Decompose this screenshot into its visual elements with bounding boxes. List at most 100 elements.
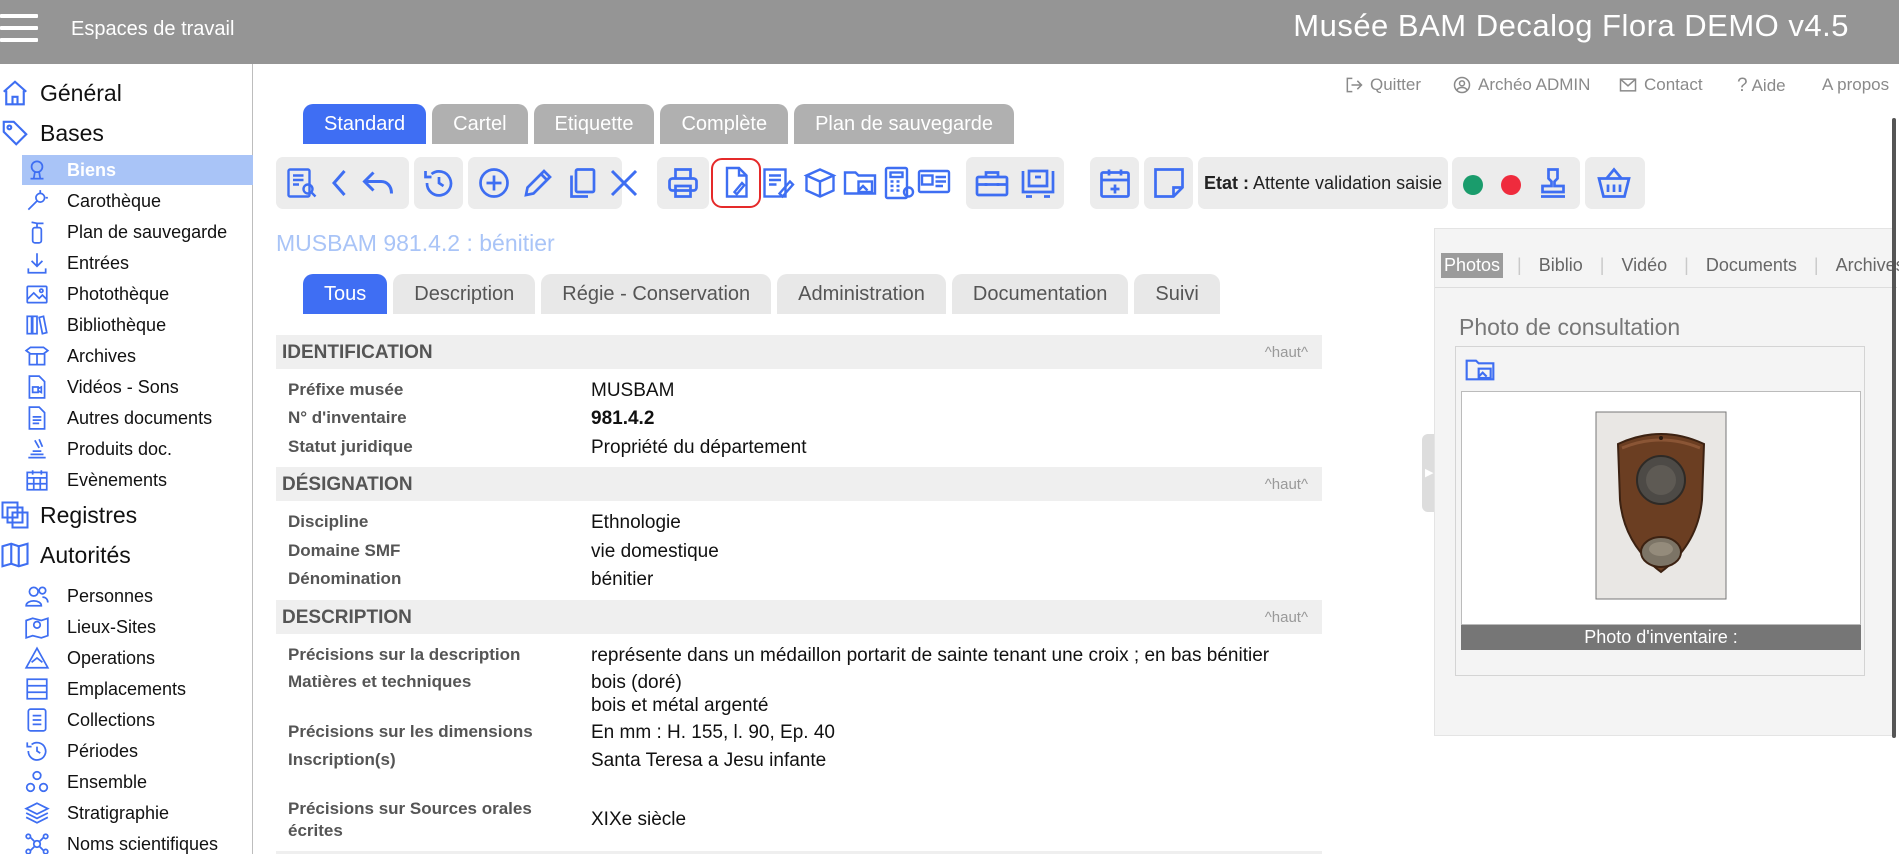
sidebar-item-label: Autres documents xyxy=(67,407,213,428)
attach-document-icon[interactable] xyxy=(711,158,761,208)
sidebar-item-stratigraphie[interactable]: Stratigraphie xyxy=(22,798,253,828)
sidebar-item-operations[interactable]: Operations xyxy=(22,643,253,673)
back-to-top-link[interactable]: ^haut^ xyxy=(1265,476,1308,493)
print-icon[interactable] xyxy=(665,165,701,201)
history-icon xyxy=(22,738,52,764)
books-icon xyxy=(22,312,52,338)
pencil-icon[interactable] xyxy=(520,165,556,201)
sidebar-item-label: Operations xyxy=(67,647,156,668)
sidebar-item-label: Photothèque xyxy=(67,283,170,304)
sidebar-item-entrees[interactable]: Entrées xyxy=(22,248,253,278)
note-icon[interactable] xyxy=(1151,165,1187,201)
sidebar-item-autres-documents[interactable]: Autres documents xyxy=(22,403,253,433)
add-circle-icon[interactable] xyxy=(476,165,512,201)
field-value: bénitier xyxy=(591,569,654,590)
sidebar-item-phototheque[interactable]: Photothèque xyxy=(22,279,253,309)
back-to-top-link[interactable]: ^haut^ xyxy=(1265,344,1308,361)
sidebar-item-general[interactable]: Général xyxy=(0,78,122,108)
tab-plan-de-sauvegarde[interactable]: Plan de sauvegarde xyxy=(794,104,1015,144)
tab-video[interactable]: Vidéo xyxy=(1618,253,1670,278)
field-label: Inscription(s) xyxy=(288,750,396,769)
help-link[interactable]: ? Aide xyxy=(1737,75,1786,97)
sidebar-item-emplacements[interactable]: Emplacements xyxy=(22,674,253,704)
delete-x-icon[interactable] xyxy=(606,165,642,201)
tab-archives[interactable]: Archives xyxy=(1833,253,1899,278)
benitier-photo xyxy=(1595,411,1727,600)
quit-link[interactable]: Quitter xyxy=(1344,75,1421,95)
calculator-icon[interactable] xyxy=(880,165,916,201)
calendar-add-icon[interactable] xyxy=(1097,165,1133,201)
contact-link[interactable]: Contact xyxy=(1618,75,1703,95)
back-to-top-link[interactable]: ^haut^ xyxy=(1265,609,1308,626)
id-card-icon[interactable] xyxy=(916,165,952,201)
top-bar: Espaces de travail Musée BAM Decalog Flo… xyxy=(0,0,1899,64)
sidebar-item-label: Plan de sauvegarde xyxy=(67,221,228,242)
chevron-left-icon[interactable] xyxy=(322,165,358,201)
circles-icon xyxy=(22,769,52,795)
tab-cartel[interactable]: Cartel xyxy=(432,104,528,144)
field-value: Propriété du département xyxy=(591,437,807,458)
toolbox-icon[interactable] xyxy=(974,165,1010,201)
boxes-icon[interactable] xyxy=(802,165,838,201)
photo-caption: Photo d'inventaire : xyxy=(1461,625,1861,650)
logout-icon xyxy=(1344,75,1364,95)
sidebar-item-biens[interactable]: Biens xyxy=(22,155,253,185)
sidebar-item-evenements[interactable]: Evènements xyxy=(22,465,253,495)
user-link[interactable]: Archéo ADMIN xyxy=(1452,75,1590,95)
sidebar-item-ensemble[interactable]: Ensemble xyxy=(22,767,253,797)
hamburger-menu-icon[interactable] xyxy=(0,14,40,44)
sidebar-item-produits-doc[interactable]: Produits doc. xyxy=(22,434,253,464)
sidebar-item-plan-sauvegarde[interactable]: Plan de sauvegarde xyxy=(22,217,253,247)
page-scrollbar[interactable] xyxy=(1892,118,1896,738)
sidebar-item-label: Personnes xyxy=(67,585,154,606)
sidebar-item-periodes[interactable]: Périodes xyxy=(22,736,253,766)
about-link[interactable]: A propos xyxy=(1822,75,1889,95)
sidebar-item-collections[interactable]: Collections xyxy=(22,705,253,735)
history-icon[interactable] xyxy=(421,165,457,201)
sidebar-item-personnes[interactable]: Personnes xyxy=(22,581,253,611)
app-title: Musée BAM Decalog Flora DEMO v4.5 xyxy=(1293,8,1849,43)
sidebar-item-autorites[interactable]: Autorités xyxy=(0,540,131,570)
tab-administration[interactable]: Administration xyxy=(777,274,946,314)
sidebar-item-archives[interactable]: Archives xyxy=(22,341,253,371)
folder-image-icon[interactable] xyxy=(1464,354,1496,386)
sidebar-item-registres[interactable]: Registres xyxy=(0,500,137,530)
tab-description[interactable]: Description xyxy=(393,274,536,314)
undo-icon[interactable] xyxy=(360,165,396,201)
tab-etiquette[interactable]: Etiquette xyxy=(533,104,655,144)
sidebar-item-lieux-sites[interactable]: Lieux-Sites xyxy=(22,612,253,642)
sidebar-item-label: Produits doc. xyxy=(67,438,173,459)
tab-suivi[interactable]: Suivi xyxy=(1134,274,1220,314)
sidebar-item-bases[interactable]: Bases xyxy=(0,118,104,148)
workspaces-link[interactable]: Espaces de travail xyxy=(71,18,234,41)
sidebar-item-videos-sons[interactable]: Vidéos - Sons xyxy=(22,372,253,402)
section-identification: IDENTIFICATION ^haut^ xyxy=(276,335,1322,369)
field-value: 981.4.2 xyxy=(591,408,655,429)
calendar-icon xyxy=(22,467,52,493)
tab-regie-conservation[interactable]: Régie - Conservation xyxy=(541,274,772,314)
field-value: MUSBAM xyxy=(591,380,675,401)
validate-green-button[interactable] xyxy=(1463,175,1483,195)
stamp-icon[interactable] xyxy=(1535,165,1571,201)
field-value-secondary: bois et métal argenté xyxy=(591,695,769,716)
tab-standard[interactable]: Standard xyxy=(303,104,427,144)
tab-photos[interactable]: Photos xyxy=(1441,253,1504,278)
search-list-icon[interactable] xyxy=(284,165,320,201)
tab-complete[interactable]: Complète xyxy=(660,104,789,144)
reject-red-button[interactable] xyxy=(1501,175,1521,195)
field-label: Domaine SMF xyxy=(288,541,401,560)
folder-image-icon[interactable] xyxy=(842,165,878,201)
panel-toggle-handle[interactable]: ▶ xyxy=(1422,434,1434,512)
tab-documentation[interactable]: Documentation xyxy=(951,274,1129,314)
copy-icon[interactable] xyxy=(564,165,600,201)
object-photo[interactable] xyxy=(1461,391,1861,625)
sidebar-item-noms-scientifiques[interactable]: Noms scientifiques xyxy=(22,829,253,854)
sidebar-item-carotheque[interactable]: Carothèque xyxy=(22,186,253,216)
tab-tous[interactable]: Tous xyxy=(303,274,388,314)
tab-biblio[interactable]: Biblio xyxy=(1536,253,1586,278)
move-location-icon[interactable] xyxy=(1020,165,1056,201)
basket-icon[interactable] xyxy=(1596,165,1632,201)
list-edit-icon[interactable] xyxy=(760,165,796,201)
tab-documents[interactable]: Documents xyxy=(1703,253,1800,278)
sidebar-item-bibliotheque[interactable]: Bibliothèque xyxy=(22,310,253,340)
